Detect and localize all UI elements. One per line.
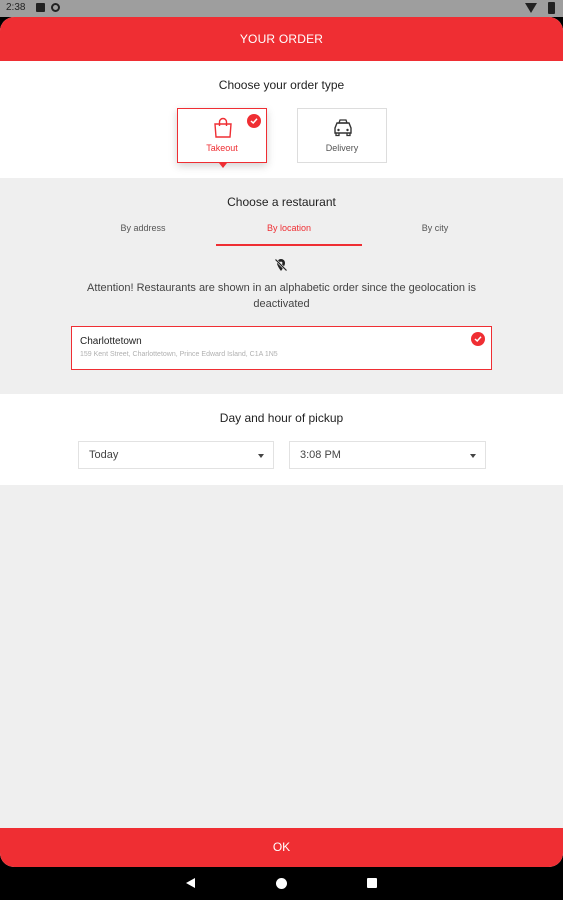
tab-by-city[interactable]: By city xyxy=(362,216,508,246)
restaurant-title: Choose a restaurant xyxy=(227,195,336,209)
geolocation-notice: Attention! Restaurants are shown in an a… xyxy=(87,282,476,310)
restaurant-tabs: By address By location By city xyxy=(70,216,494,246)
tab-by-location[interactable]: By location xyxy=(216,216,362,246)
pickup-section: Day and hour of pickup Today 3:08 PM xyxy=(0,394,563,485)
restaurant-address: 159 Kent Street, Charlottetown, Prince E… xyxy=(80,351,278,358)
ok-button[interactable]: OK xyxy=(0,828,563,867)
dropdown-arrow-icon xyxy=(258,454,264,458)
pickup-time-select[interactable]: 3:08 PM xyxy=(289,441,486,469)
location-off-icon xyxy=(274,258,288,272)
selected-check-icon xyxy=(471,332,485,346)
selected-check-icon xyxy=(247,114,261,128)
wifi-icon xyxy=(525,3,537,13)
pickup-time-value: 3:08 PM xyxy=(300,449,341,461)
order-type-title: Choose your order type xyxy=(218,78,345,92)
status-time: 2:38 xyxy=(6,2,26,13)
restaurant-section: Choose a restaurant By address By locati… xyxy=(0,178,563,394)
order-sheet: YOUR ORDER Choose your order type Takeou… xyxy=(0,17,563,867)
status-bar: 2:38 xyxy=(0,0,563,17)
back-icon[interactable] xyxy=(186,878,195,888)
shopping-bag-icon xyxy=(214,117,232,138)
car-icon xyxy=(334,119,352,137)
takeout-label: Takeout xyxy=(206,143,238,153)
navigation-bar xyxy=(0,867,563,900)
takeout-option[interactable]: Takeout xyxy=(177,108,267,168)
battery-icon xyxy=(548,2,555,14)
notification-icon xyxy=(36,3,45,12)
home-icon[interactable] xyxy=(276,878,287,889)
pickup-day-select[interactable]: Today xyxy=(78,441,274,469)
pickup-day-value: Today xyxy=(89,449,119,461)
order-type-section: Choose your order type Takeout Delivery xyxy=(0,61,563,178)
pickup-title: Day and hour of pickup xyxy=(219,411,344,425)
delivery-label: Delivery xyxy=(325,143,359,153)
circle-notification-icon xyxy=(51,3,60,12)
restaurant-name: Charlottetown xyxy=(80,336,142,347)
recent-apps-icon[interactable] xyxy=(367,878,377,888)
tab-by-address[interactable]: By address xyxy=(70,216,216,246)
restaurant-card[interactable]: Charlottetown 159 Kent Street, Charlotte… xyxy=(71,326,492,370)
delivery-option[interactable]: Delivery xyxy=(297,108,387,163)
dropdown-arrow-icon xyxy=(470,454,476,458)
page-title: YOUR ORDER xyxy=(0,17,563,61)
